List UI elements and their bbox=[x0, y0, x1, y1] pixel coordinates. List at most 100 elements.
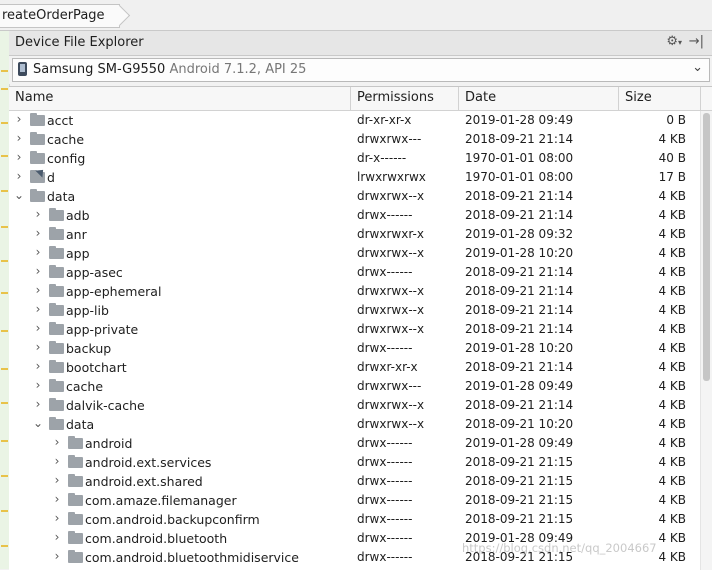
panel-title: Device File Explorer bbox=[15, 35, 144, 50]
folder-link-icon bbox=[30, 170, 45, 183]
file-date: 2018-09-21 21:14 bbox=[465, 398, 574, 412]
table-row[interactable]: › bootchart drwxr-xr-x 2018-09-21 21:14 4 KB bbox=[9, 358, 701, 377]
device-selector[interactable]: Samsung SM-G9550 Android 7.1.2, API 25 ⌄ bbox=[12, 58, 710, 82]
file-date: 1970-01-01 08:00 bbox=[465, 151, 574, 165]
breadcrumb-item[interactable]: reateOrderPage bbox=[0, 4, 120, 28]
column-header-date[interactable]: Date bbox=[459, 87, 619, 110]
file-date: 2018-09-21 21:15 bbox=[465, 474, 574, 488]
table-row[interactable]: › android.ext.shared drwx------ 2018-09-21 … bbox=[9, 472, 701, 491]
chevron-right-icon[interactable]: › bbox=[32, 264, 44, 278]
table-row[interactable]: › app-lib drwxrwx--x 2018-09-21 21:14 4 KB bbox=[9, 301, 701, 320]
vertical-scrollbar[interactable] bbox=[700, 111, 712, 570]
column-header-size[interactable]: Size bbox=[619, 87, 701, 110]
scrollbar-thumb[interactable] bbox=[703, 113, 710, 381]
file-permissions: lrwxrwxrwx bbox=[357, 170, 426, 184]
chevron-right-icon[interactable]: › bbox=[32, 245, 44, 259]
folder-icon bbox=[49, 322, 64, 335]
file-name: adb bbox=[66, 208, 90, 223]
table-row[interactable]: ⌄ data drwxrwx--x 2018-09-21 21:14 4 KB bbox=[9, 187, 701, 206]
table-row[interactable]: › adb drwx------ 2018-09-21 21:14 4 KB bbox=[9, 206, 701, 225]
column-header-permissions[interactable]: Permissions bbox=[351, 87, 459, 110]
table-row[interactable]: › app-private drwxrwx--x 2018-09-21 21:14 4 … bbox=[9, 320, 701, 339]
table-row[interactable]: › anr drwxrwxr-x 2019-01-28 09:32 4 KB bbox=[9, 225, 701, 244]
table-row[interactable]: › android.ext.services drwx------ 2018-09-2… bbox=[9, 453, 701, 472]
file-permissions: drwx------ bbox=[357, 265, 413, 279]
table-row[interactable]: › android drwx------ 2019-01-28 09:49 4 KB bbox=[9, 434, 701, 453]
file-permissions: drwxrwx--x bbox=[357, 322, 425, 336]
file-date: 2018-09-21 21:14 bbox=[465, 189, 574, 203]
chevron-right-icon[interactable]: › bbox=[13, 169, 25, 183]
column-header-name[interactable]: Name bbox=[9, 87, 351, 110]
file-size: 4 KB bbox=[658, 132, 686, 146]
file-date: 2018-09-21 21:14 bbox=[465, 284, 574, 298]
table-row[interactable]: › cache drwxrwx--- 2018-09-21 21:14 4 KB bbox=[9, 130, 701, 149]
chevron-right-icon[interactable]: › bbox=[32, 359, 44, 373]
file-date: 2019-01-28 09:32 bbox=[465, 227, 574, 241]
file-name: data bbox=[66, 417, 95, 432]
file-size: 4 KB bbox=[658, 341, 686, 355]
chevron-right-icon[interactable]: › bbox=[32, 397, 44, 411]
folder-icon bbox=[49, 284, 64, 297]
chevron-right-icon[interactable]: › bbox=[51, 454, 63, 468]
chevron-right-icon[interactable]: › bbox=[32, 283, 44, 297]
file-size: 4 KB bbox=[658, 436, 686, 450]
file-permissions: drwxrwx--x bbox=[357, 246, 425, 260]
chevron-right-icon[interactable]: › bbox=[51, 435, 63, 449]
chevron-right-icon[interactable]: › bbox=[51, 511, 63, 525]
file-permissions: drwxr-xr-x bbox=[357, 360, 418, 374]
file-name: config bbox=[47, 151, 86, 166]
table-header: Name Permissions Date Size bbox=[9, 87, 712, 111]
file-date: 2019-01-28 10:20 bbox=[465, 246, 574, 260]
chevron-right-icon[interactable]: › bbox=[51, 549, 63, 563]
chevron-right-icon[interactable]: › bbox=[32, 321, 44, 335]
chevron-right-icon[interactable]: › bbox=[51, 530, 63, 544]
hide-panel-icon[interactable]: →| bbox=[689, 34, 704, 49]
table-row[interactable]: › app drwxrwx--x 2019-01-28 10:20 4 KB bbox=[9, 244, 701, 263]
chevron-down-icon[interactable]: ⌄ bbox=[692, 60, 703, 75]
table-row[interactable]: › config dr-x------ 1970-01-01 08:00 40 B bbox=[9, 149, 701, 168]
file-date: 2018-09-21 21:14 bbox=[465, 265, 574, 279]
table-row[interactable]: › backup drwx------ 2019-01-28 10:20 4 KB bbox=[9, 339, 701, 358]
file-date: 2018-09-21 21:15 bbox=[465, 493, 574, 507]
table-row[interactable]: › app-ephemeral drwxrwx--x 2018-09-21 21:14… bbox=[9, 282, 701, 301]
folder-icon bbox=[68, 436, 83, 449]
folder-icon bbox=[30, 189, 45, 202]
chevron-right-icon[interactable]: › bbox=[51, 473, 63, 487]
table-row[interactable]: › app-asec drwx------ 2018-09-21 21:14 4 KB bbox=[9, 263, 701, 282]
chevron-right-icon[interactable]: › bbox=[32, 226, 44, 240]
chevron-right-icon[interactable]: › bbox=[32, 302, 44, 316]
file-name: d bbox=[47, 170, 55, 185]
chevron-right-icon[interactable]: › bbox=[13, 131, 25, 145]
file-date: 2019-01-28 09:49 bbox=[465, 113, 574, 127]
file-date: 2018-09-21 21:14 bbox=[465, 132, 574, 146]
table-row[interactable]: › dalvik-cache drwxrwx--x 2018-09-21 21:14 4… bbox=[9, 396, 701, 415]
file-name: cache bbox=[47, 132, 85, 147]
folder-icon bbox=[49, 341, 64, 354]
folder-icon bbox=[68, 512, 83, 525]
table-row[interactable]: › com.android.backupconfirm drwx------ 2018… bbox=[9, 510, 701, 529]
file-name: com.android.bluetooth bbox=[85, 531, 228, 546]
table-row[interactable]: › cache drwxrwx--- 2019-01-28 09:49 4 KB bbox=[9, 377, 701, 396]
file-permissions: dr-xr-xr-x bbox=[357, 113, 412, 127]
table-row[interactable]: › com.amaze.filemanager drwx------ 2018-09-… bbox=[9, 491, 701, 510]
gear-icon[interactable]: ⚙▾ bbox=[666, 34, 682, 49]
watermark: https://blog.csdn.net/qq_2004667 bbox=[462, 541, 657, 555]
table-row[interactable]: › d lrwxrwxrwx 1970-01-01 08:00 17 B bbox=[9, 168, 701, 187]
file-date: 2018-09-21 21:14 bbox=[465, 322, 574, 336]
file-date: 2018-09-21 21:15 bbox=[465, 512, 574, 526]
file-date: 2019-01-28 09:49 bbox=[465, 436, 574, 450]
table-row[interactable]: › acct dr-xr-xr-x 2019-01-28 09:49 0 B bbox=[9, 111, 701, 130]
chevron-right-icon[interactable]: › bbox=[13, 112, 25, 126]
file-date: 2018-09-21 21:14 bbox=[465, 360, 574, 374]
chevron-right-icon[interactable]: › bbox=[51, 492, 63, 506]
file-permissions: drwxrwx--x bbox=[357, 303, 425, 317]
chevron-down-icon[interactable]: ⌄ bbox=[13, 188, 25, 202]
file-permissions: drwx------ bbox=[357, 341, 413, 355]
chevron-down-icon[interactable]: ⌄ bbox=[32, 416, 44, 430]
chevron-right-icon[interactable]: › bbox=[32, 207, 44, 221]
chevron-right-icon[interactable]: › bbox=[32, 340, 44, 354]
file-name: cache bbox=[66, 379, 104, 394]
chevron-right-icon[interactable]: › bbox=[32, 378, 44, 392]
chevron-right-icon[interactable]: › bbox=[13, 150, 25, 164]
table-row[interactable]: ⌄ data drwxrwx--x 2018-09-21 10:20 4 KB bbox=[9, 415, 701, 434]
